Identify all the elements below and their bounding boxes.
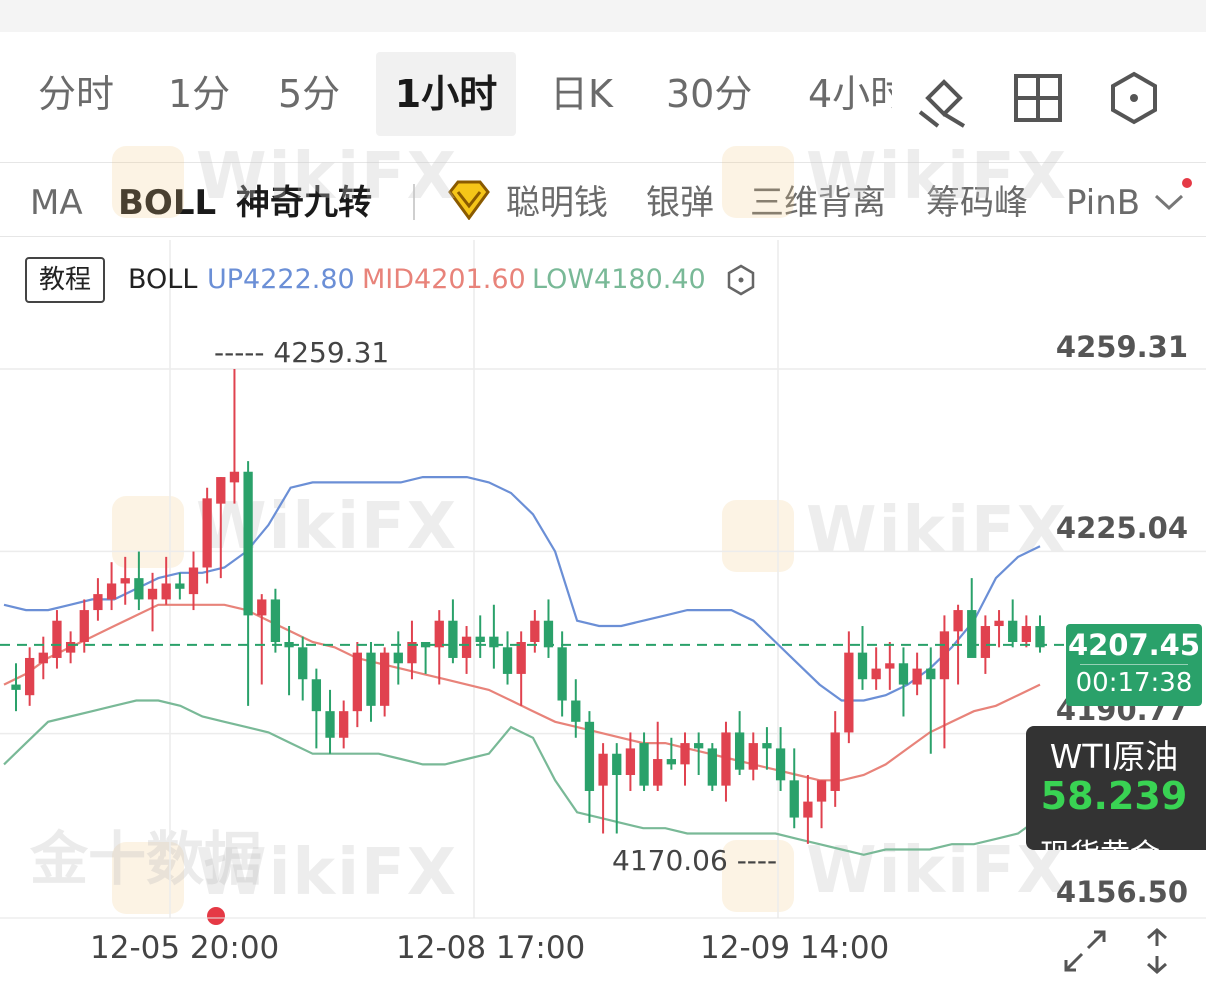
price-box-divider — [1080, 664, 1188, 665]
candle-body — [298, 647, 308, 680]
boll-lower-band — [3, 699, 1041, 856]
event-marker-dot — [207, 907, 225, 925]
candle-body — [516, 641, 526, 674]
candle-body — [106, 583, 117, 600]
vertical-scale-arrows-icon[interactable] — [1132, 926, 1182, 976]
candle-body — [885, 663, 895, 669]
wti-value: 58.239 — [1040, 774, 1188, 818]
candle-body — [1008, 620, 1018, 642]
candle-body — [912, 668, 922, 685]
candle-body — [926, 668, 936, 680]
candle-body — [1021, 626, 1031, 642]
candle-body — [175, 583, 185, 589]
candle-body — [857, 652, 868, 680]
candle-body — [994, 620, 1004, 627]
candle-body — [694, 743, 704, 749]
candle-body — [120, 578, 130, 584]
boll-up-value: UP4222.80 — [207, 264, 355, 295]
candle-body — [967, 610, 977, 658]
candle-body — [325, 711, 335, 738]
candle-body — [257, 599, 267, 616]
candle-body — [366, 652, 376, 706]
candle-body — [898, 663, 909, 685]
candle-body — [38, 652, 48, 664]
candle-body — [93, 594, 103, 611]
x-axis-label: 12-09 14:00 — [700, 930, 890, 966]
expand-arrows-icon[interactable] — [1060, 926, 1110, 976]
high-marker-value: 4259.31 — [273, 336, 390, 369]
y-axis-label: 4156.50 — [1055, 875, 1188, 909]
candle-body — [147, 588, 158, 600]
candle-body — [270, 599, 281, 642]
candle-body — [339, 711, 349, 738]
y-axis-label: 4225.04 — [1055, 511, 1188, 545]
candle-body — [584, 721, 595, 791]
candle-body — [502, 647, 513, 674]
low-marker-value: 4170.06 — [612, 844, 728, 877]
candle-body — [653, 759, 663, 786]
candle-body — [161, 583, 171, 600]
candle-body — [379, 652, 390, 706]
wti-name: WTI原油 — [1049, 737, 1179, 776]
candle-body — [229, 471, 240, 483]
candle-body — [939, 631, 950, 680]
candle-countdown: 00:17:38 — [1075, 668, 1193, 698]
wti-sub-label: 现货黄金 — [1040, 830, 1160, 850]
candle-body — [11, 684, 21, 690]
candle-body — [52, 620, 62, 658]
candle-body — [188, 567, 199, 595]
candle-body — [830, 732, 840, 791]
candle-body — [789, 780, 799, 818]
candle-body — [475, 636, 485, 642]
boll-low-value: LOW4180.40 — [532, 264, 706, 295]
candle-body — [762, 743, 772, 749]
candle-body — [612, 753, 622, 776]
candle-body — [748, 743, 758, 770]
candle-body — [202, 498, 212, 568]
tutorial-button[interactable]: 教程 — [25, 257, 105, 303]
candle-body — [216, 477, 226, 504]
boll-legend-name: BOLL — [128, 264, 198, 295]
candle-body — [775, 748, 786, 781]
candle-body — [803, 801, 813, 818]
candle-body — [680, 743, 690, 765]
candle-body — [543, 620, 554, 648]
low-marker: 4170.06 ---- — [612, 844, 778, 877]
candle-body — [557, 647, 567, 701]
candle-body — [25, 657, 35, 696]
candle-body — [243, 471, 253, 616]
current-price-box: 4207.45 00:17:38 — [1066, 624, 1202, 706]
candle-body — [734, 732, 745, 770]
wti-quote-popup[interactable]: WTI原油 58.239 现货黄金 — [1026, 726, 1206, 850]
candle-body — [598, 753, 608, 786]
candle-body — [816, 780, 827, 802]
candle-body — [134, 578, 144, 600]
candle-body — [625, 748, 636, 776]
x-axis-label: 12-08 17:00 — [396, 930, 586, 966]
candle-body — [721, 732, 731, 786]
candle-body — [707, 748, 717, 786]
candle-body — [639, 743, 649, 786]
candle-body — [953, 610, 963, 632]
current-price: 4207.45 — [1067, 628, 1201, 662]
candle-body — [461, 636, 472, 658]
y-axis-label: 4259.31 — [1055, 330, 1188, 364]
candle-body — [311, 679, 322, 712]
indicator-settings-icon[interactable] — [726, 264, 756, 296]
boll-mid-value: MID4201.60 — [362, 264, 526, 295]
candle-body — [393, 652, 403, 664]
candle-body — [352, 652, 362, 712]
candle-body — [980, 626, 991, 658]
candle-body — [434, 620, 444, 648]
candle-body — [79, 610, 89, 642]
high-marker: ----- 4259.31 — [214, 336, 390, 369]
x-axis-label: 12-05 20:00 — [90, 930, 280, 966]
candle-body — [666, 759, 677, 765]
candle-body — [844, 652, 854, 733]
candle-body — [530, 620, 540, 642]
candle-body — [65, 641, 76, 653]
candle-body — [448, 620, 458, 658]
candle-body — [571, 700, 581, 722]
candle-body — [871, 668, 881, 680]
